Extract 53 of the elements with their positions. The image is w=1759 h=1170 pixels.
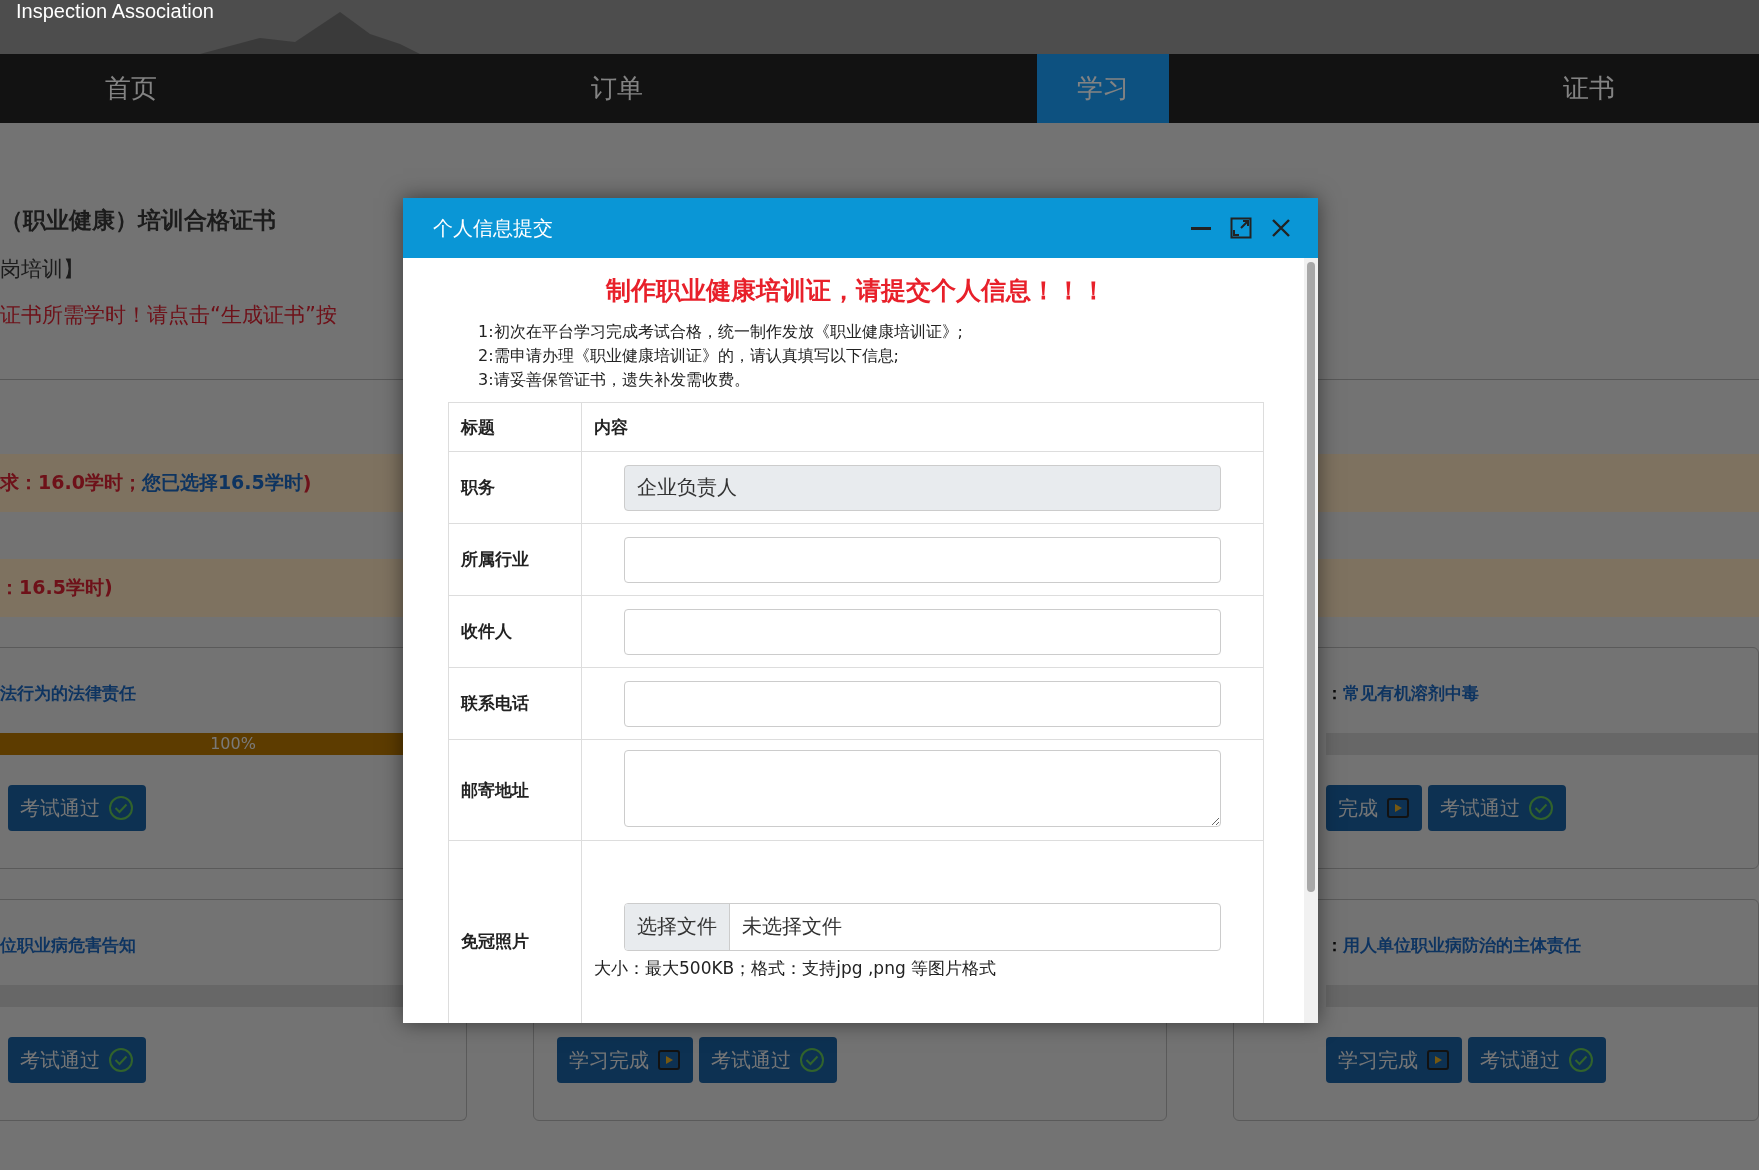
exam-passed-button[interactable]: 考试通过 xyxy=(8,1037,146,1083)
organization-name: Inspection Association xyxy=(16,0,214,23)
field-label: 所属行业 xyxy=(448,523,582,596)
course-title: 位职业病危害告知 xyxy=(0,933,136,957)
study-complete-button[interactable]: 完成 xyxy=(1326,785,1422,831)
exam-passed-button[interactable]: 考试通过 xyxy=(699,1037,837,1083)
input-field[interactable] xyxy=(624,608,1221,655)
field-label: 邮寄地址 xyxy=(448,739,582,841)
field-label: 收件人 xyxy=(448,595,582,668)
training-type: 岗培训】 xyxy=(0,256,84,283)
certificate-title: （职业健康）培训合格证书 xyxy=(0,206,276,235)
instruction-line: 3:请妥善保管证书，遗失补发需收费。 xyxy=(478,369,751,391)
course-label: ： xyxy=(1326,933,1343,957)
course-title: 常见有机溶剂中毒 xyxy=(1343,681,1479,705)
close-icon[interactable] xyxy=(1270,217,1292,239)
exam-passed-button[interactable]: 考试通过 xyxy=(1428,785,1566,831)
nav-tab[interactable]: 首页 xyxy=(65,54,197,123)
field-label: 联系电话 xyxy=(448,667,582,740)
dialog-heading: 制作职业健康培训证，请提交个人信息！！！ xyxy=(604,275,1107,307)
nav-tab[interactable]: 订单 xyxy=(551,54,683,123)
input-field[interactable] xyxy=(624,680,1221,727)
maximize-icon[interactable] xyxy=(1230,217,1252,239)
instruction-line: 1:初次在平台学习完成考试合格，统一制作发放《职业健康培训证》; xyxy=(478,321,964,343)
textarea-field[interactable] xyxy=(624,749,1221,827)
course-title: 法行为的法律责任 xyxy=(0,681,136,705)
check-circle-icon xyxy=(108,1047,134,1073)
study-complete-button[interactable]: 学习完成 xyxy=(1326,1037,1462,1083)
field-label: 免冠照片 xyxy=(448,840,582,1023)
course-title: 用人单位职业病防治的主体责任 xyxy=(1343,933,1581,957)
nav-tab[interactable]: 证书 xyxy=(1523,54,1655,123)
field-label: 职务 xyxy=(448,451,582,524)
instruction-line: 2:需申请办理《职业健康培训证》的，请认真填写以下信息; xyxy=(478,345,900,367)
check-circle-icon xyxy=(1568,1047,1594,1073)
file-field[interactable]: 选择文件 未选择文件 xyxy=(624,902,1221,951)
dialog-title: 个人信息提交 xyxy=(433,214,553,242)
check-circle-icon xyxy=(799,1047,825,1073)
exam-passed-button[interactable]: 考试通过 xyxy=(1468,1037,1606,1083)
exam-passed-button[interactable]: 考试通过 xyxy=(8,785,146,831)
file-hint: 大小：最大500KB；格式：支持jpg ,png 等图片格式 xyxy=(594,956,998,980)
check-circle-icon xyxy=(1528,795,1554,821)
study-complete-button[interactable]: 学习完成 xyxy=(557,1037,693,1083)
column-header: 标题 xyxy=(448,402,582,452)
scrollbar[interactable] xyxy=(1304,258,1318,1023)
check-circle-icon xyxy=(108,795,134,821)
play-icon xyxy=(1426,1048,1450,1072)
course-label: ： xyxy=(1326,681,1343,705)
play-icon xyxy=(657,1048,681,1072)
nav-tab[interactable]: 学习 xyxy=(1037,54,1169,123)
input-field[interactable] xyxy=(624,536,1221,583)
play-icon xyxy=(1386,796,1410,820)
progress-percent: 100% xyxy=(209,733,257,755)
column-header: 内容 xyxy=(581,402,1264,452)
notice-text: 证书所需学时！请点击“生成证书”按 xyxy=(0,302,337,329)
